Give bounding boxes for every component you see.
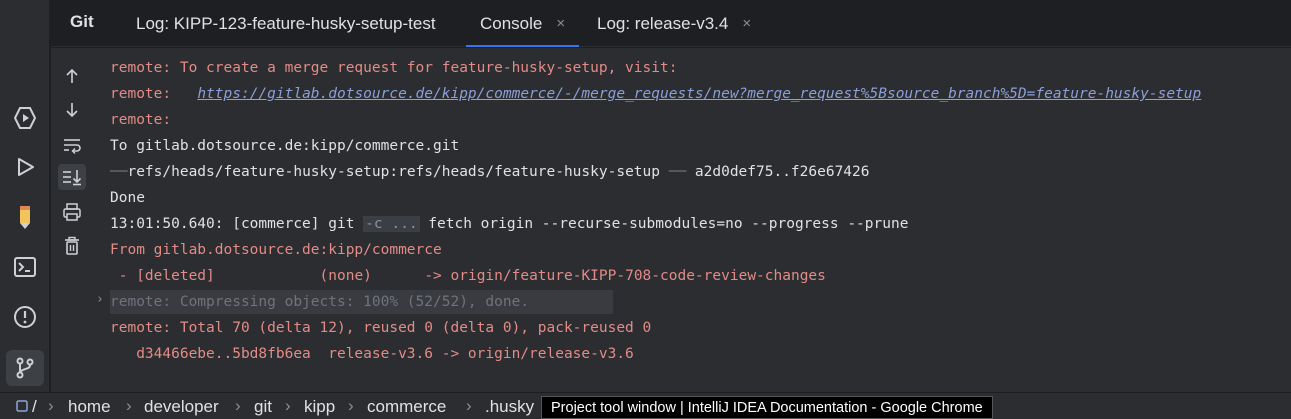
breadcrumb-separator: › (235, 396, 241, 415)
close-icon[interactable]: × (556, 15, 565, 32)
folder-icon (16, 397, 28, 417)
bookmark-pencil-icon[interactable] (6, 199, 44, 235)
ref-mapping: refs/heads/feature-husky-setup:refs/head… (127, 164, 660, 180)
tool-window-header: Git Log: KIPP-123-feature-husky-setup-te… (51, 0, 1291, 47)
services-icon[interactable] (6, 100, 44, 136)
breadcrumb-husky[interactable]: .husky (485, 397, 534, 417)
console-line-prefix: remote: (110, 86, 198, 102)
tab-label: Log: KIPP-123-feature-husky-setup-test (136, 13, 436, 33)
console-output[interactable]: remote: To create a merge request for fe… (95, 48, 1291, 392)
console-line: From gitlab.dotsource.de:kipp/commerce (110, 242, 442, 258)
remote-ref: -> origin/feature-KIPP-708-code-review-c… (424, 268, 826, 284)
tool-window-title: Git (70, 12, 94, 31)
scroll-down-icon[interactable] (58, 97, 86, 123)
window-tooltip: Project tool window | IntelliJ IDEA Docu… (541, 396, 993, 419)
breadcrumb-separator: › (48, 396, 54, 415)
leader-dots: ── (659, 164, 695, 180)
terminal-icon[interactable] (6, 249, 44, 285)
tab-log-kipp-123[interactable]: Log: KIPP-123-feature-husky-setup-test (136, 0, 436, 47)
tab-label: Console (480, 13, 543, 33)
breadcrumb-separator: › (348, 396, 354, 415)
breadcrumb-git[interactable]: git (254, 397, 272, 417)
breadcrumb-kipp[interactable]: kipp (304, 397, 335, 417)
commit-range: a2d0def75..f26e67426 (694, 164, 870, 180)
leader-dots (215, 268, 320, 284)
problems-icon[interactable] (6, 299, 44, 335)
trash-icon[interactable] (58, 233, 86, 259)
print-icon[interactable] (58, 199, 86, 225)
console-line: remote: Total 70 (delta 12), reused 0 (d… (110, 320, 652, 336)
breadcrumb-home[interactable]: home (68, 397, 111, 417)
scroll-up-icon[interactable] (58, 63, 86, 89)
tab-console[interactable]: Console × (466, 0, 580, 47)
console-line: remote: (110, 112, 172, 128)
breadcrumb-commerce[interactable]: commerce (367, 397, 446, 417)
console-line: remote: https://gitlab.dotsource.de/kipp… (110, 83, 1201, 105)
deleted-tag: - [deleted] (110, 268, 215, 284)
console-line: - [deleted] (none) -> origin/feature-KIP… (110, 265, 826, 287)
none-ref: (none) (319, 268, 372, 284)
breadcrumb-developer[interactable]: developer (144, 397, 219, 417)
command-suffix: fetch origin --recurse-submodules=no --p… (419, 216, 909, 232)
collapsed-options-chip[interactable]: -c ... (363, 216, 420, 232)
merge-request-link[interactable]: https://gitlab.dotsource.de/kipp/commerc… (197, 86, 1201, 102)
breadcrumb-separator: › (285, 396, 291, 415)
close-icon[interactable]: × (742, 15, 751, 32)
console-line: d34466ebe..5bd8fb6ea release-v3.6 -> ori… (110, 346, 634, 362)
console-line: ──refs/heads/feature-husky-setup:refs/he… (110, 161, 870, 183)
tab-label: Log: release-v3.4 (597, 13, 729, 33)
console-line: To gitlab.dotsource.de:kipp/commerce.git (110, 138, 460, 154)
console-line: 13:01:50.640: [commerce] git -c ... fetc… (110, 213, 908, 235)
git-icon[interactable] (6, 350, 44, 386)
console-line: remote: Compressing objects: 100% (52/52… (110, 294, 530, 310)
leader-dots: ── (110, 164, 128, 180)
breadcrumb-separator: › (126, 396, 132, 415)
scroll-to-end-icon[interactable] (58, 164, 86, 190)
command-prefix: 13:01:50.640: [commerce] git (110, 216, 364, 232)
left-tool-strip (0, 0, 50, 392)
console-line: Done (110, 190, 145, 206)
soft-wrap-icon[interactable] (58, 132, 86, 158)
run-icon[interactable] (6, 149, 44, 185)
chevron-right-icon[interactable]: › (96, 292, 104, 307)
breadcrumb-separator: › (466, 396, 472, 415)
console-toolbar (51, 48, 95, 392)
console-line: remote: To create a merge request for fe… (110, 60, 678, 76)
tab-log-release-v3-4[interactable]: Log: release-v3.4 × (597, 0, 751, 47)
breadcrumb-root[interactable]: / (32, 397, 37, 417)
